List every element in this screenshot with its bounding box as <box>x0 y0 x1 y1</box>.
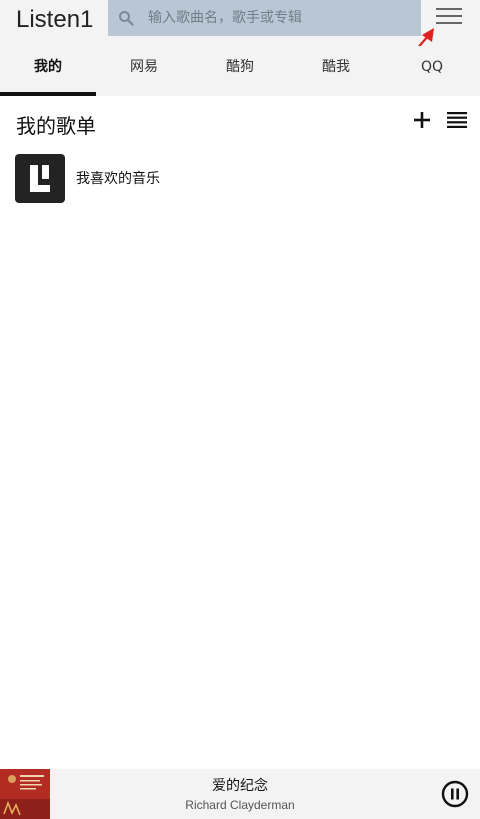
playlist-item[interactable]: 我喜欢的音乐 <box>0 150 480 206</box>
search-icon <box>119 11 134 26</box>
tab-qq[interactable]: QQ <box>384 46 480 96</box>
tab-kuwo[interactable]: 酷我 <box>288 46 384 96</box>
playlist-logo-icon <box>30 165 50 192</box>
menu-icon[interactable] <box>436 8 464 30</box>
list-icon[interactable] <box>447 112 467 128</box>
search-input[interactable] <box>148 0 413 36</box>
search-box[interactable] <box>108 0 421 36</box>
player-bar[interactable]: 爱的纪念 Richard Clayderman <box>0 769 480 819</box>
song-title: 爱的纪念 <box>212 778 268 794</box>
pause-icon[interactable] <box>441 780 469 808</box>
add-icon[interactable] <box>412 110 432 130</box>
playlist-cover <box>15 154 65 203</box>
tab-mine[interactable]: 我的 <box>0 46 96 96</box>
section-header: 我的歌单 <box>0 96 480 148</box>
section-title: 我的歌单 <box>16 114 96 138</box>
song-artist: Richard Clayderman <box>185 798 295 812</box>
tab-kugou[interactable]: 酷狗 <box>192 46 288 96</box>
tab-bar: 我的 网易 酷狗 酷我 QQ <box>0 46 480 96</box>
playlist-name: 我喜欢的音乐 <box>76 171 160 187</box>
app-title: Listen1 <box>16 6 94 33</box>
tab-netease[interactable]: 网易 <box>96 46 192 96</box>
